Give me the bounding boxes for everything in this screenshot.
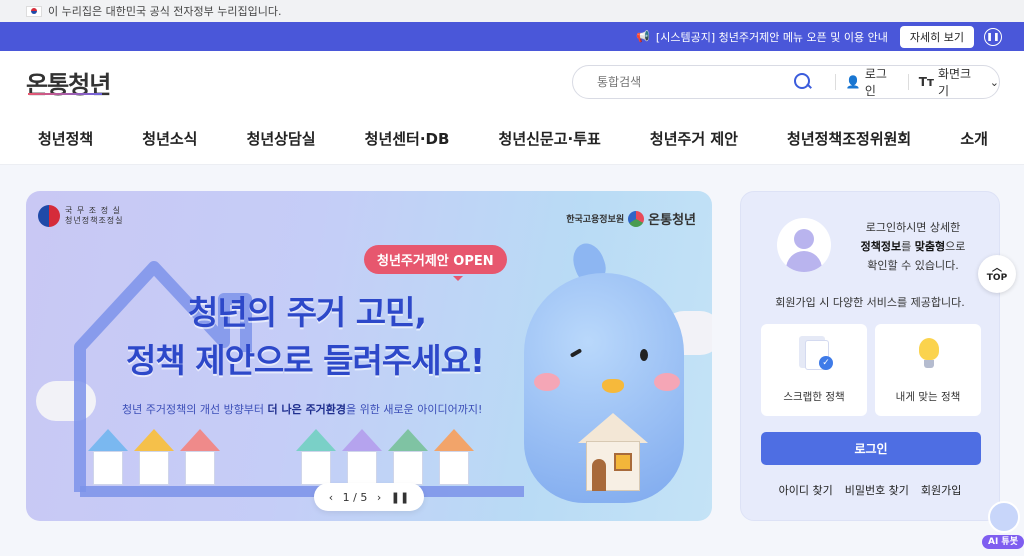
text-size-icon: Tт: [918, 75, 934, 89]
pause-icon[interactable]: ❚❚: [984, 27, 1002, 46]
pager-total: 5: [360, 490, 368, 504]
notice-more-button[interactable]: 자세히 보기: [899, 25, 974, 48]
nav-item-center-db[interactable]: 청년센터·DB: [365, 128, 450, 149]
search-box: 👤 로그인 Tт 화면크기 ⌄: [572, 65, 1000, 99]
partner-name-ontong: 온통청년: [648, 213, 696, 228]
house-illustration: [342, 429, 382, 485]
ai-chatbot-label: AI 튜봇: [982, 535, 1024, 549]
divider: [907, 74, 909, 90]
user-icon: 👤: [845, 75, 861, 89]
screen-size-label: 화면크기: [937, 67, 972, 98]
emblem-line-2: 청년정책조정실: [65, 216, 124, 225]
nav-item-about[interactable]: 소개: [960, 128, 988, 149]
house-illustration: [88, 429, 128, 485]
hero-banner[interactable]: 국 무 조 정 실 청년정책조정실 한국고용정보원 온통청년 청년주거제안 OP…: [26, 191, 712, 521]
lightbulb-icon: [913, 336, 945, 372]
government-emblem-icon: [38, 205, 60, 227]
divider: [834, 74, 836, 90]
login-message: 로그인하시면 상세한 정책정보를 맞춤형으로 확인할 수 있습니다.: [833, 218, 993, 275]
service-tiles: ✓ 스크랩한 정책 내게 맞는 정책: [761, 324, 981, 416]
house-illustration: [388, 429, 428, 485]
nav-item-policy[interactable]: 청년정책: [38, 128, 93, 149]
nav-item-housing-proposal[interactable]: 청년주거 제안: [650, 128, 738, 149]
houses-row: [88, 429, 474, 485]
login-msg-bold-2: 맞춤형: [914, 240, 946, 253]
taegukgi-flag-icon: [26, 5, 42, 17]
screen-size-dropdown[interactable]: Tт 화면크기 ⌄: [919, 65, 999, 99]
ai-chatbot-button[interactable]: AI 튜봇: [982, 495, 1024, 551]
scroll-top-button[interactable]: ︿ TOP: [978, 255, 1016, 293]
banner-pager: ‹ 1 / 5 › ❚❚: [314, 483, 424, 511]
house-illustration: [180, 429, 220, 485]
system-notice-bar: 📢 [시스템공지] 청년주거제안 메뉴 오픈 및 이용 안내 자세히 보기 ❚❚: [0, 22, 1024, 51]
headline-line-2: 정책 제안으로 들려주세요!: [126, 341, 485, 380]
chatbot-avatar-icon: [988, 501, 1020, 533]
login-msg-line-1: 로그인하시면 상세한: [865, 221, 961, 234]
bird-mascot-illustration: [504, 239, 704, 513]
login-msg-mid: 를: [901, 240, 915, 253]
search-icon[interactable]: [793, 72, 813, 92]
megaphone-icon: 📢: [636, 30, 650, 43]
notice-text[interactable]: [시스템공지] 청년주거제안 메뉴 오픈 및 이용 안내: [656, 29, 888, 45]
keis-logo-icon: [628, 210, 645, 227]
next-icon[interactable]: ›: [377, 491, 381, 504]
chevron-up-icon: ︿: [992, 263, 1002, 274]
emblem-line-1: 국 무 조 정 실: [65, 206, 121, 215]
partner-logos: 한국고용정보원 온통청년: [566, 209, 696, 228]
headline-line-1: 청년의 주거 고민,: [188, 293, 427, 332]
main-content: 국 무 조 정 실 청년정책조정실 한국고용정보원 온통청년 청년주거제안 OP…: [0, 165, 1024, 556]
top-label: TOP: [986, 273, 1008, 283]
house-illustration: [296, 429, 336, 485]
banner-subline: 청년 주거정책의 개선 방향부터 더 나은 주거환경을 위한 새로운 아이디어까…: [122, 401, 482, 417]
login-link[interactable]: 👤 로그인: [846, 65, 898, 99]
login-card: 로그인하시면 상세한 정책정보를 맞춤형으로 확인할 수 있습니다. 회원가입 …: [740, 191, 1000, 521]
house-illustration: [134, 429, 174, 485]
avatar: [777, 218, 831, 272]
signup-message: 회원가입 시 다양한 서비스를 제공합니다.: [775, 296, 965, 309]
emblem-text: 국 무 조 정 실 청년정책조정실: [65, 206, 124, 226]
nav-item-petition-vote[interactable]: 청년신문고·투표: [499, 128, 601, 149]
banner-tag: 청년주거제안 OPEN: [364, 245, 507, 281]
login-msg-bold-1: 정책정보: [860, 240, 902, 253]
scrapped-policy-label: 스크랩한 정책: [783, 391, 845, 403]
partner-name-keis: 한국고용정보원: [566, 215, 625, 225]
subline-part-a: 청년 주거정책의 개선 방향부터: [122, 403, 268, 416]
signup-link[interactable]: 회원가입: [921, 482, 961, 498]
subline-part-c: 을 위한 새로운 아이디어까지!: [346, 403, 483, 416]
nav-item-committee[interactable]: 청년정책조정위원회: [787, 128, 911, 149]
main-nav: 청년정책 청년소식 청년상담실 청년센터·DB 청년신문고·투표 청년주거 제안…: [0, 113, 1024, 165]
login-button[interactable]: 로그인: [761, 432, 981, 465]
gov-official-text: 이 누리집은 대한민국 공식 전자정부 누리집입니다.: [48, 5, 282, 18]
logo-underline: [28, 92, 103, 95]
site-header: 온통청년 👤 로그인 Tт 화면크기 ⌄: [0, 51, 1024, 113]
search-input[interactable]: [597, 75, 793, 89]
pager-status: 1 / 5: [343, 491, 368, 504]
pager-separator: /: [353, 490, 357, 504]
matched-policy-tile[interactable]: 내게 맞는 정책: [875, 324, 981, 416]
banner-headline: 청년의 주거 고민, 정책 제안으로 들려주세요!: [126, 289, 485, 385]
matched-policy-label: 내게 맞는 정책: [895, 391, 961, 403]
subline-bold: 더 나은 주거환경: [267, 403, 347, 416]
gov-official-bar: 이 누리집은 대한민국 공식 전자정부 누리집입니다.: [0, 0, 1024, 22]
pager-current: 1: [342, 490, 350, 504]
login-msg-end: 으로: [945, 240, 966, 253]
prev-icon[interactable]: ‹: [329, 491, 333, 504]
account-links: 아이디 찾기 비밀번호 찾기 회원가입: [741, 482, 999, 498]
scrapped-policy-tile[interactable]: ✓ 스크랩한 정책: [761, 324, 867, 416]
nav-item-news[interactable]: 청년소식: [142, 128, 197, 149]
document-check-icon: ✓: [799, 336, 833, 372]
house-illustration: [434, 429, 474, 485]
find-password-link[interactable]: 비밀번호 찾기: [845, 482, 909, 498]
chevron-down-icon: ⌄: [989, 75, 1000, 89]
login-msg-line-3: 확인할 수 있습니다.: [867, 259, 959, 272]
nav-item-counseling[interactable]: 청년상담실: [247, 128, 316, 149]
emblem: 국 무 조 정 실 청년정책조정실: [38, 205, 124, 227]
site-logo[interactable]: 온통청년: [26, 65, 111, 100]
login-link-label: 로그인: [864, 67, 887, 98]
find-id-link[interactable]: 아이디 찾기: [779, 482, 833, 498]
pause-icon[interactable]: ❚❚: [391, 491, 409, 504]
